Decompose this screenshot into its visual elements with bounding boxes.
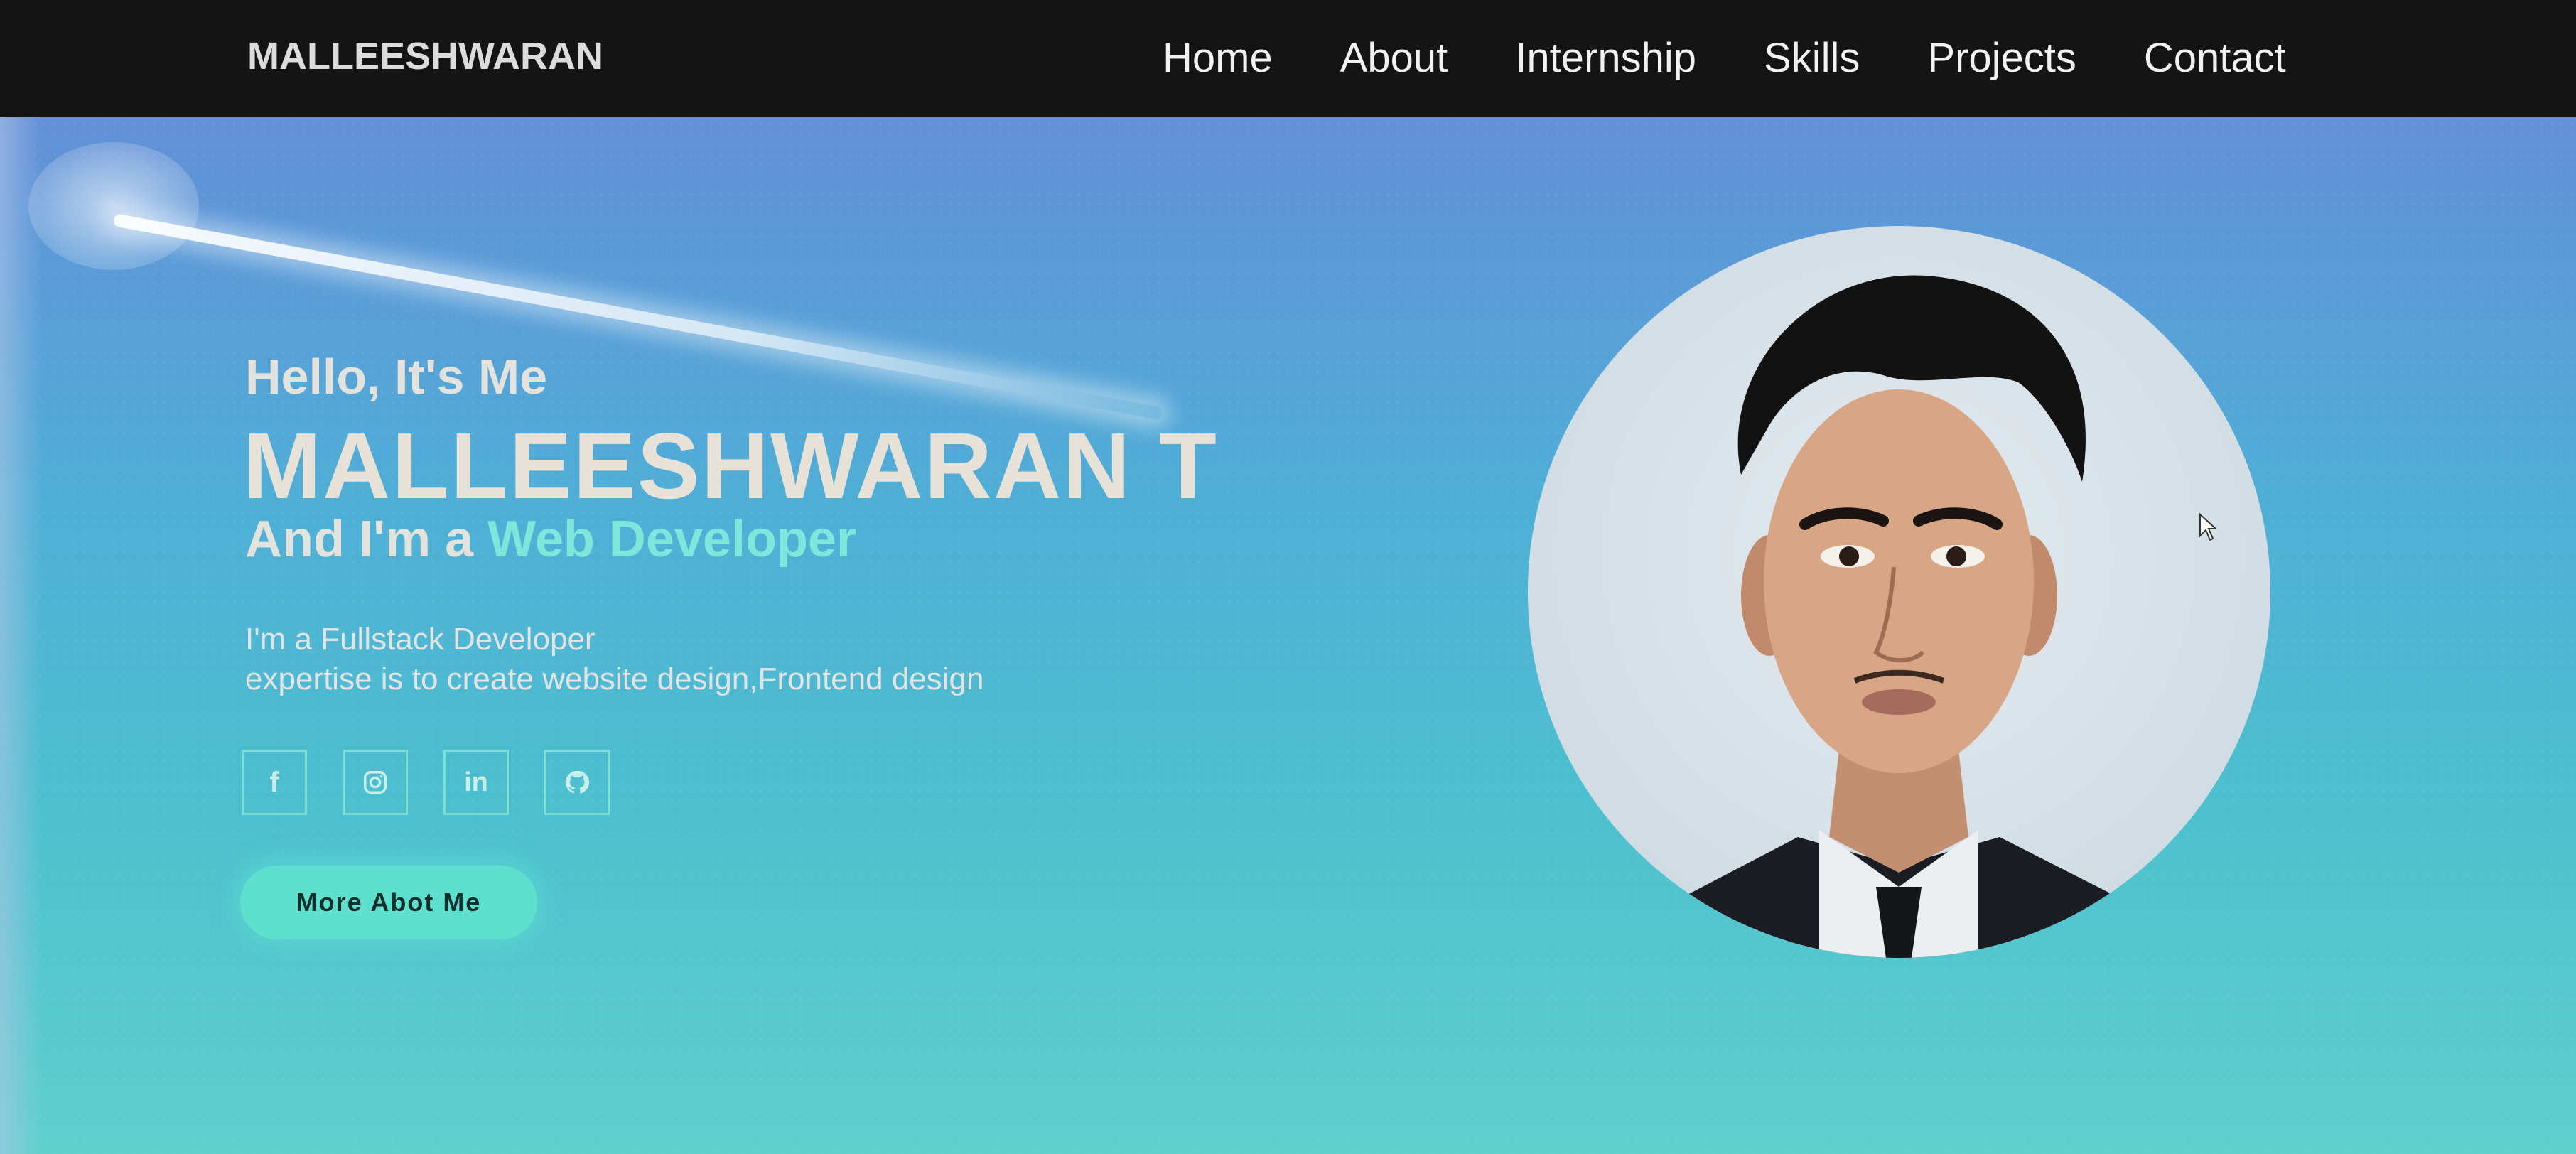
screen-bezel [0, 0, 43, 1154]
instagram-link[interactable] [343, 750, 408, 815]
facebook-link[interactable]: f [242, 750, 307, 815]
nav-link-home[interactable]: Home [1163, 34, 1273, 82]
github-link[interactable] [544, 750, 610, 815]
nav-link-skills[interactable]: Skills [1764, 34, 1860, 82]
nav-link-projects[interactable]: Projects [1927, 34, 2076, 82]
more-about-me-button[interactable]: More Abot Me [240, 866, 537, 939]
hero-greeting: Hello, It's Me [245, 349, 548, 404]
hero-description-line-1: I'm a Fullstack Developer [245, 622, 596, 657]
screen-glare [28, 142, 199, 270]
profile-photo [1528, 226, 2270, 958]
nav-link-contact[interactable]: Contact [2144, 34, 2286, 82]
hero-role: And I'm a Web Developer [245, 510, 856, 568]
hero-description-line-2: expertise is to create website design,Fr… [245, 662, 984, 696]
github-icon [565, 770, 590, 794]
nav-link-about[interactable]: About [1340, 34, 1448, 82]
screen: MALLEESHWARAN Home About Internship Skil… [0, 0, 2576, 1154]
nav-links: Home About Internship Skills Projects Co… [1163, 34, 2354, 82]
hero-role-accent: Web Developer [487, 511, 856, 568]
hero-name: MALLEESHWARAN T [243, 414, 1218, 518]
linkedin-icon: in [464, 767, 488, 797]
hero-description: I'm a Fullstack Developer expertise is t… [245, 620, 983, 699]
brand-logo[interactable]: MALLEESHWARAN [247, 34, 603, 78]
social-links: f in [242, 750, 645, 815]
linkedin-link[interactable]: in [443, 750, 509, 815]
navbar: MALLEESHWARAN Home About Internship Skil… [0, 0, 2576, 117]
hero-role-prefix: And I'm a [245, 511, 488, 568]
instagram-icon [364, 771, 387, 794]
profile-portrait [1634, 275, 2167, 958]
facebook-icon: f [269, 766, 279, 798]
mouse-cursor-icon [2199, 513, 2218, 541]
nav-link-internship[interactable]: Internship [1515, 34, 1696, 82]
